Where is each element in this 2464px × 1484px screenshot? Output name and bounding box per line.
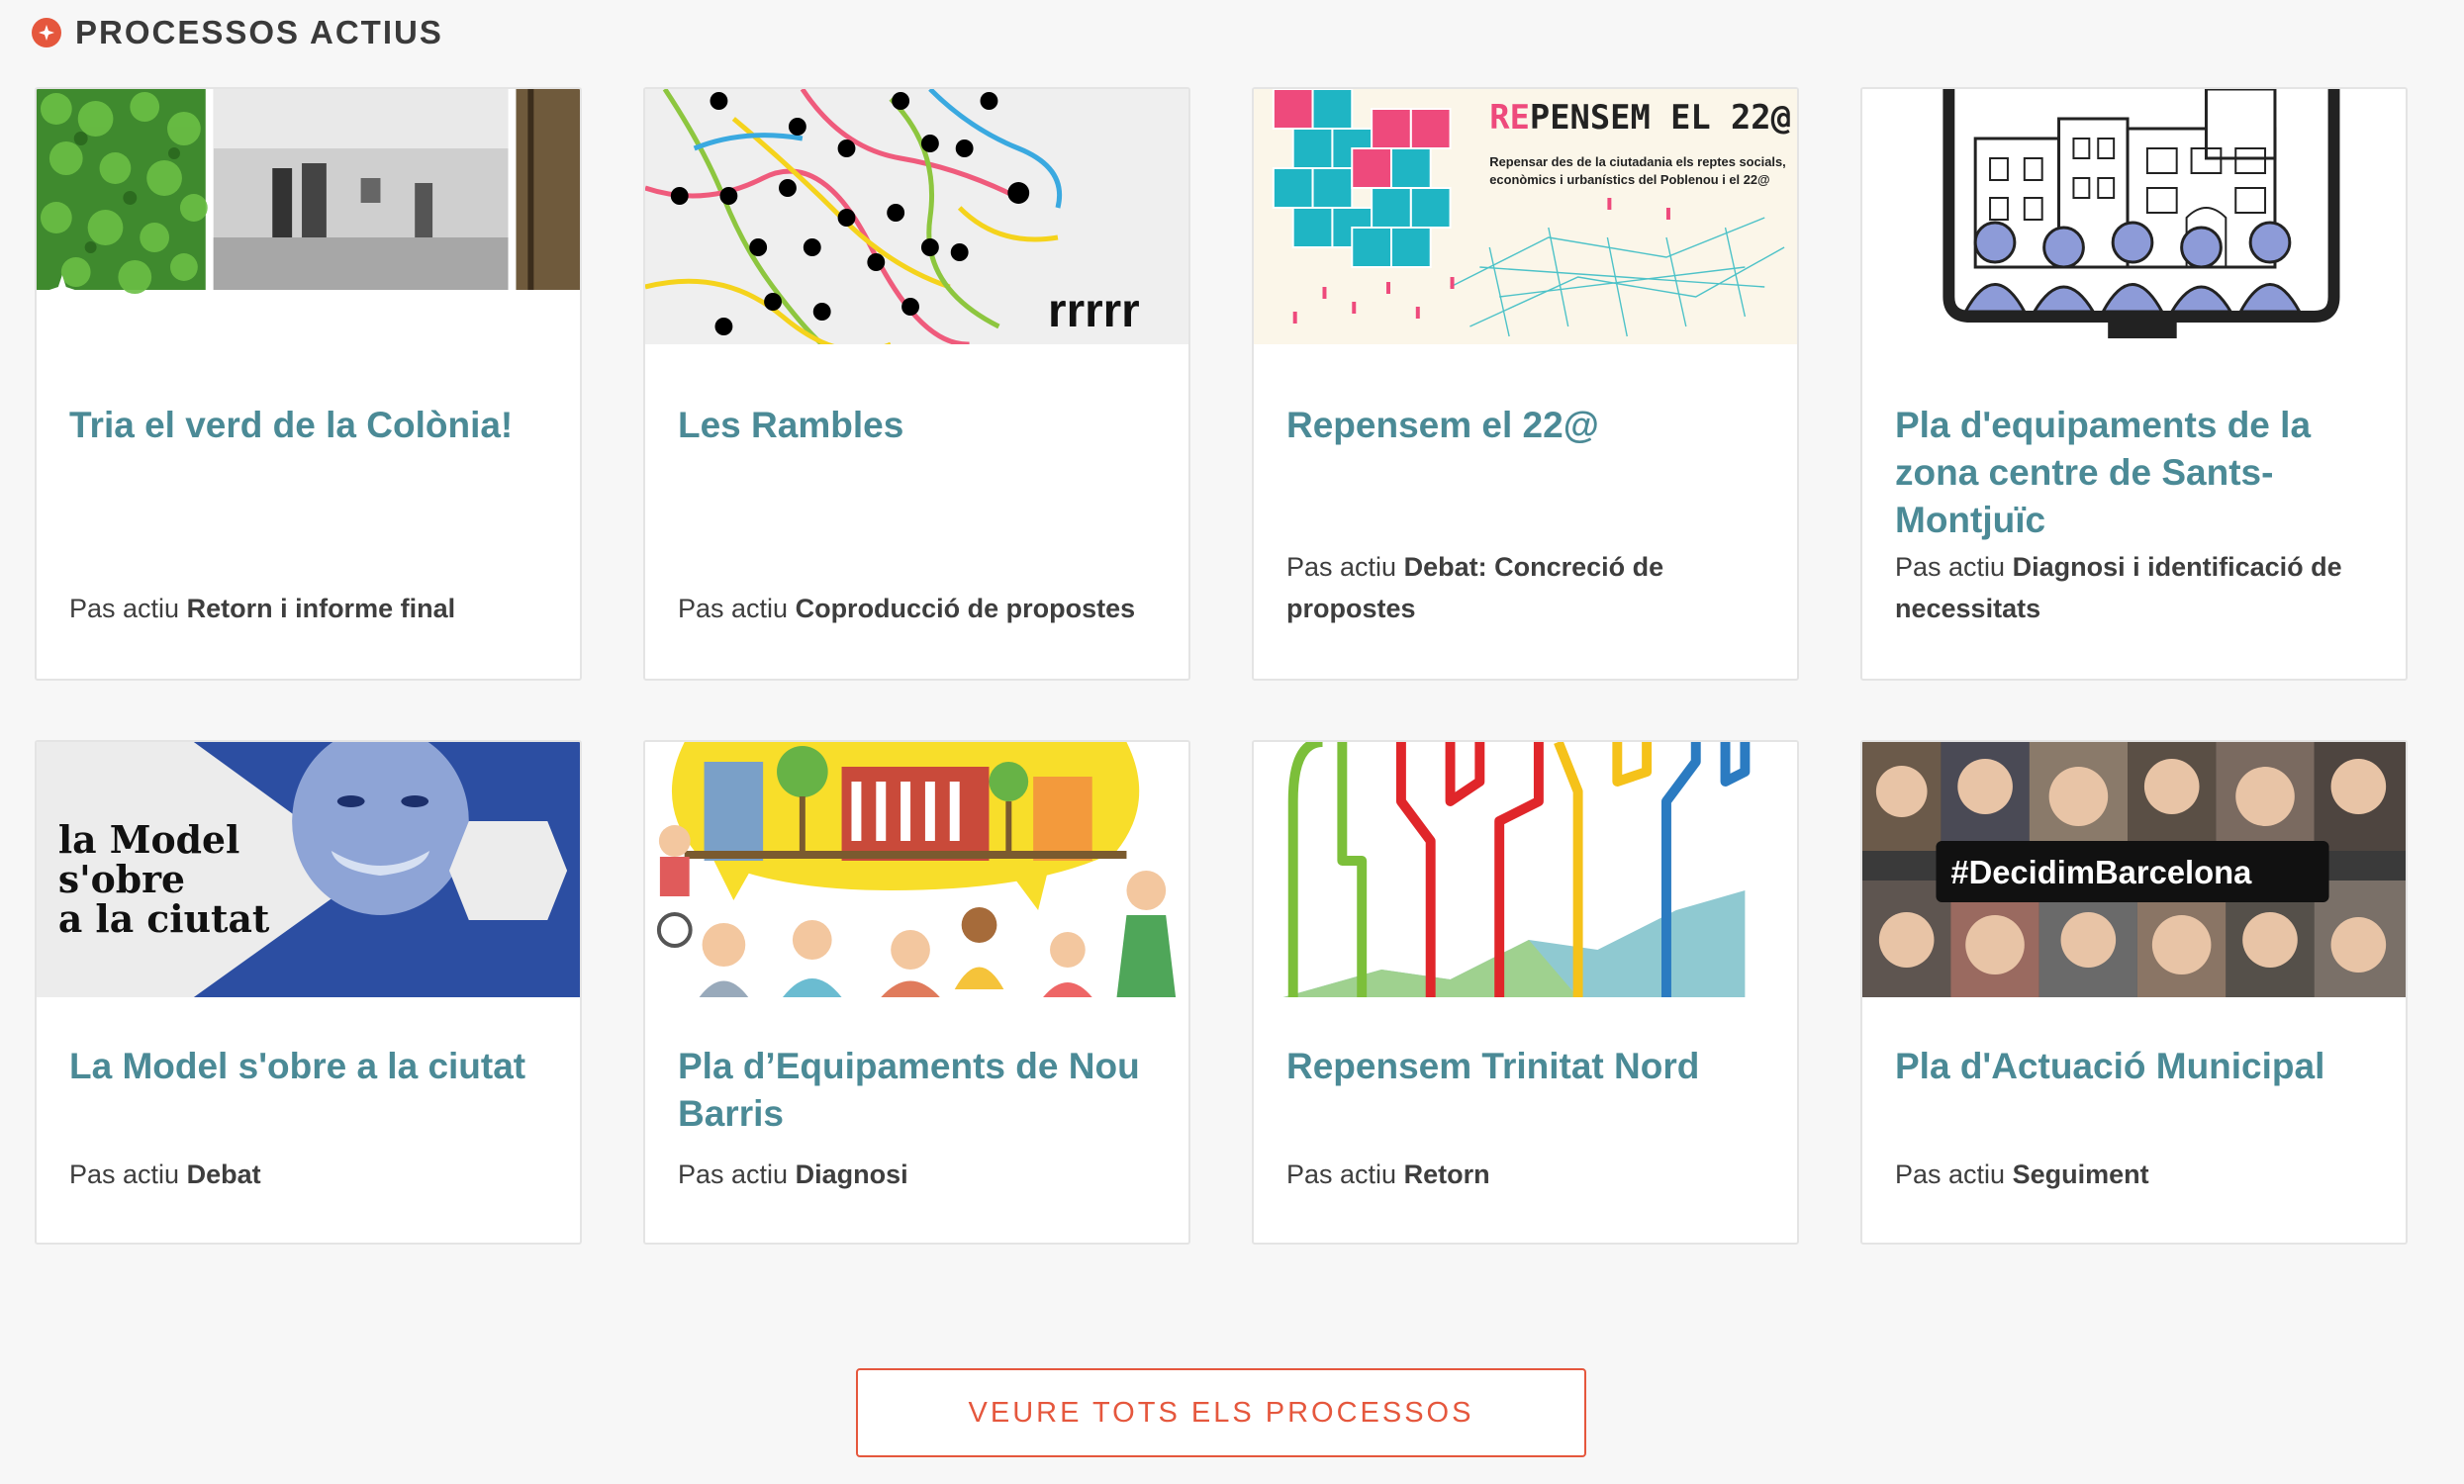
process-image: REPENSEM EL 22@ Repensar des de la ciuta…: [1254, 89, 1797, 344]
process-title[interactable]: Les Rambles: [678, 402, 1159, 449]
process-image: #DecidimBarcelona: [1862, 742, 2406, 997]
process-active-step: Pas actiu Retorn: [1286, 1159, 1490, 1189]
process-title[interactable]: Pla d'equipaments de la zona centre de S…: [1895, 402, 2376, 544]
image-hashtag: #DecidimBarcelona: [1950, 854, 2252, 890]
process-card[interactable]: #DecidimBarcelona Pla d'Actuació Municip…: [1860, 740, 2408, 1245]
image-text-line: s'obre: [58, 857, 185, 901]
process-image: [1254, 742, 1797, 997]
process-active-step: Pas actiu Debat: [69, 1159, 261, 1189]
process-card[interactable]: Repensem Trinitat Nord Pas actiu Retorn: [1252, 740, 1799, 1245]
image-text-line: la Model: [58, 817, 240, 862]
process-active-step: Pas actiu Retorn i informe final: [69, 594, 456, 623]
process-card[interactable]: Pla d'equipaments de la zona centre de S…: [1860, 87, 2408, 681]
process-title[interactable]: Pla d'Actuació Municipal: [1895, 1043, 2376, 1090]
process-active-step: Pas actiu Diagnosi i identificació de ne…: [1895, 552, 2342, 623]
process-title[interactable]: Pla d’Equipaments de Nou Barris: [678, 1043, 1159, 1138]
section-title: PROCESSOS ACTIUS: [75, 14, 443, 50]
process-card[interactable]: Pla d’Equipaments de Nou Barris Pas acti…: [643, 740, 1190, 1245]
process-grid: Tria el verd de la Colònia! Pas actiu Re…: [35, 87, 2410, 1245]
see-all-processes-button[interactable]: VEURE TOTS ELS PROCESSOS: [856, 1368, 1586, 1457]
process-image: [1862, 89, 2406, 344]
process-card[interactable]: la Model s'obre a la ciutat La Model s'o…: [35, 740, 582, 1245]
process-title[interactable]: Repensem el 22@: [1286, 402, 1767, 449]
svg-text:econòmics i urbanístics del Po: econòmics i urbanístics del Poblenou i e…: [1489, 172, 1769, 187]
image-heading-accent: RE: [1489, 98, 1530, 137]
process-active-step: Pas actiu Diagnosi: [678, 1159, 908, 1189]
process-active-step: Pas actiu Coproducció de propostes: [678, 594, 1136, 623]
processes-icon: [32, 18, 61, 47]
process-title[interactable]: Tria el verd de la Colònia!: [69, 402, 550, 449]
process-image: rrrrr: [645, 89, 1188, 344]
svg-text:rrrrr: rrrrr: [1048, 285, 1140, 337]
section-header: PROCESSOS ACTIUS: [32, 12, 443, 53]
svg-text:REPENSEM EL 22@: REPENSEM EL 22@: [1489, 98, 1791, 137]
process-card[interactable]: Tria el verd de la Colònia! Pas actiu Re…: [35, 87, 582, 681]
process-card[interactable]: rrrrr Les Rambles Pas actiu Coproducció …: [643, 87, 1190, 681]
process-image: [37, 89, 580, 344]
process-active-step: Pas actiu Seguiment: [1895, 1159, 2149, 1189]
process-image: la Model s'obre a la ciutat: [37, 742, 580, 997]
process-title[interactable]: Repensem Trinitat Nord: [1286, 1043, 1767, 1090]
process-image: [645, 742, 1188, 997]
image-text-line: a la ciutat: [58, 896, 270, 941]
process-title[interactable]: La Model s'obre a la ciutat: [69, 1043, 550, 1090]
process-active-step: Pas actiu Debat: Concreció de propostes: [1286, 552, 1664, 623]
process-card[interactable]: REPENSEM EL 22@ Repensar des de la ciuta…: [1252, 87, 1799, 681]
svg-text:Repensar des de la ciutadania: Repensar des de la ciutadania els reptes…: [1489, 154, 1785, 169]
image-heading-rest: PENSEM EL 22@: [1530, 98, 1791, 137]
